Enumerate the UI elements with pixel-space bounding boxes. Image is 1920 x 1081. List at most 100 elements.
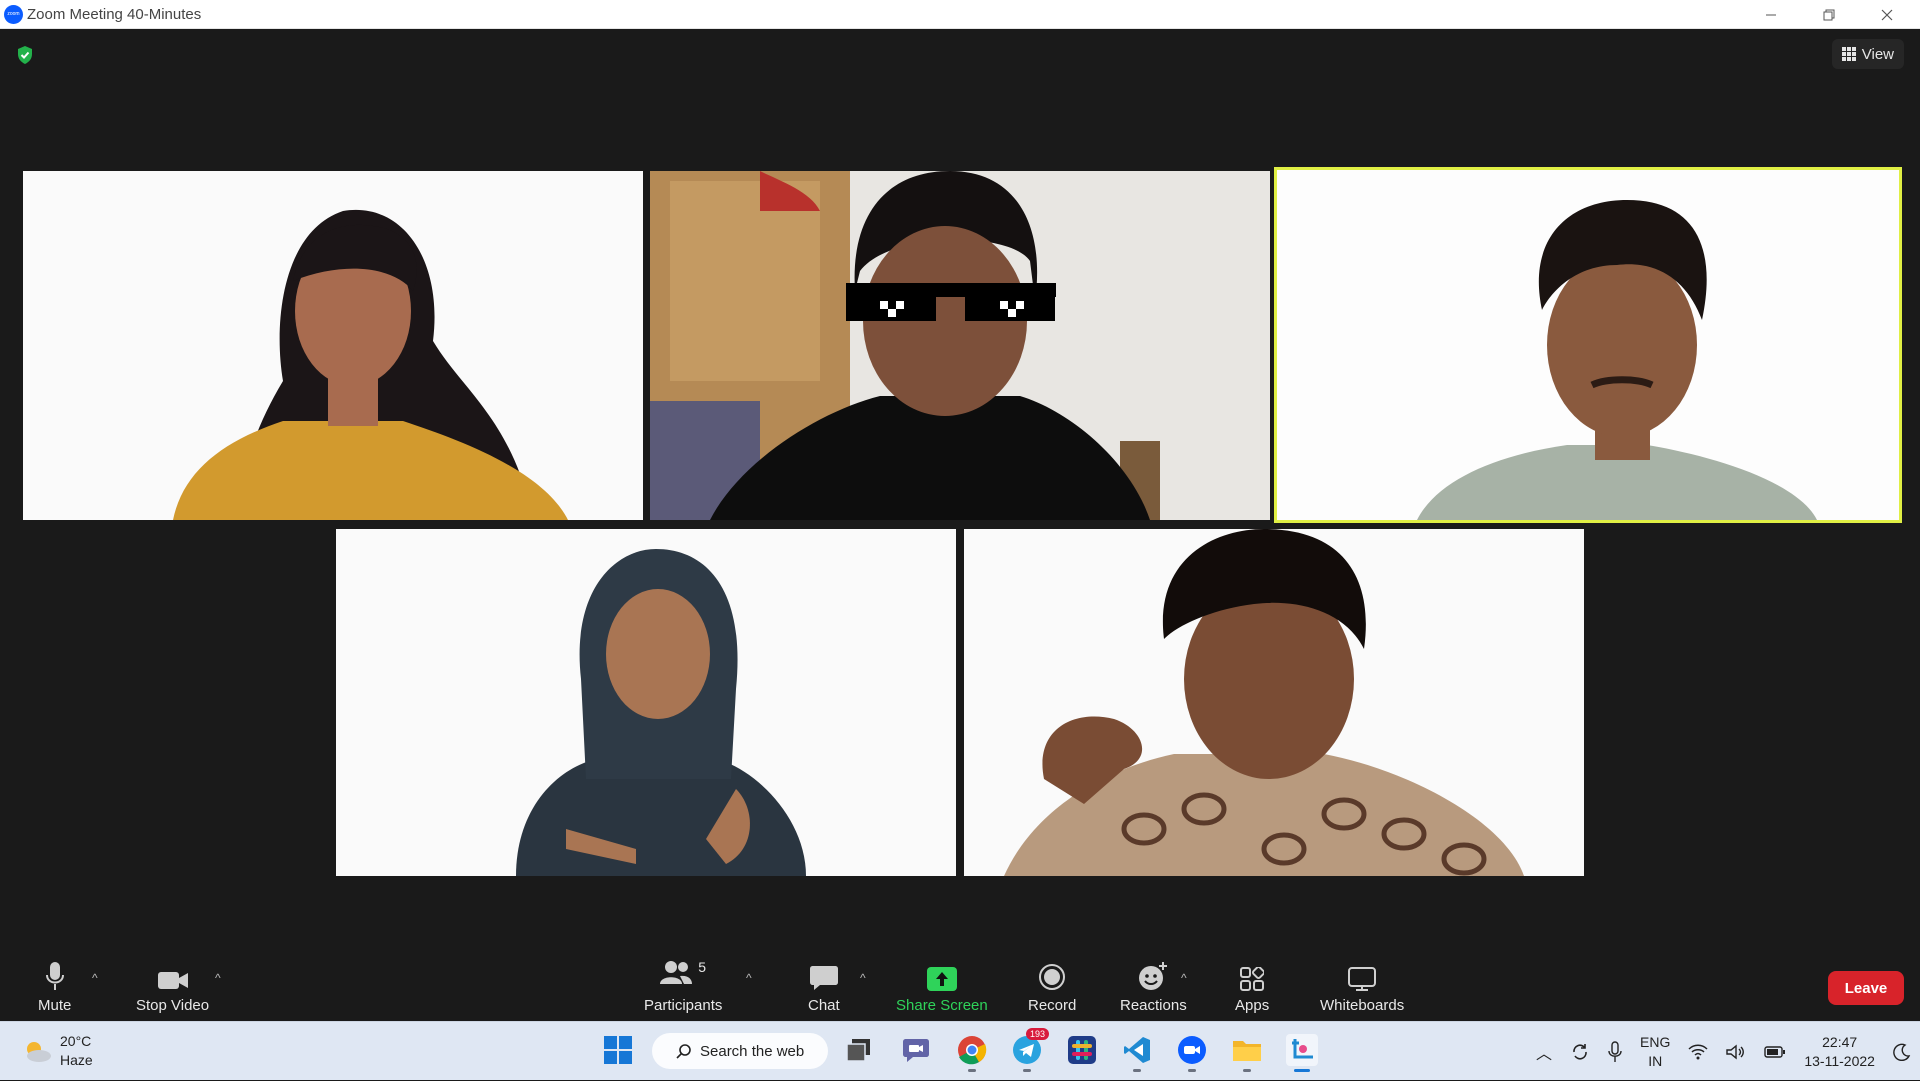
record-button[interactable]: Record	[1028, 959, 1076, 1014]
microphone-tray-icon[interactable]	[1608, 1040, 1622, 1063]
file-explorer-button[interactable]	[1231, 1034, 1263, 1072]
clock-date: 13-11-2022	[1804, 1052, 1875, 1069]
weather-haze-icon	[27, 1042, 51, 1062]
wifi-icon[interactable]	[1688, 1044, 1708, 1060]
video-tile-3-active-speaker[interactable]	[1274, 167, 1902, 523]
telegram-unread-badge: 193	[1025, 1028, 1049, 1040]
focus-moon-icon[interactable]	[1893, 1043, 1911, 1061]
whiteboards-label: Whiteboards	[1320, 997, 1405, 1014]
video-tile-4[interactable]	[336, 529, 956, 876]
participant-video-man-hoodie	[336, 529, 956, 876]
search-label: Search the web	[700, 1042, 805, 1060]
whiteboard-icon	[1348, 967, 1377, 991]
vscode-button[interactable]	[1121, 1034, 1153, 1072]
weather-desc: Haze	[60, 1052, 93, 1068]
teams-chat-button[interactable]	[900, 1034, 932, 1066]
close-icon	[1881, 9, 1893, 20]
search-icon	[676, 1044, 691, 1059]
snipping-tool-icon	[1292, 1039, 1313, 1059]
record-label: Record	[1028, 997, 1077, 1014]
reactions-options-caret-icon[interactable]: ^	[1181, 971, 1187, 985]
video-tile-1[interactable]	[23, 171, 643, 520]
slack-button[interactable]	[1066, 1034, 1098, 1066]
chat-bubble-icon	[809, 966, 838, 990]
video-camera-icon	[157, 972, 188, 989]
lang-code: ENG	[1640, 1033, 1671, 1050]
encryption-shield-icon[interactable]	[15, 45, 35, 65]
share-screen-label: Share Screen	[896, 997, 988, 1014]
video-options-caret-icon[interactable]: ^	[215, 971, 221, 985]
title-bar: zoom Zoom Meeting 40-Minutes	[0, 0, 1920, 29]
system-tray: ︿ ENG IN 22:47 13-11-2022	[1536, 1022, 1911, 1081]
windows-taskbar: 20°C Haze Search the web 193 ︿ ENG IN 22…	[0, 1021, 1920, 1080]
chat-options-caret-icon[interactable]: ^	[860, 971, 866, 985]
participant-video-woman-yellow	[23, 171, 643, 520]
stop-video-label: Stop Video	[136, 997, 210, 1014]
grid-icon	[1841, 47, 1856, 61]
view-label: View	[1861, 45, 1894, 63]
snipping-tool-button[interactable]	[1286, 1034, 1318, 1072]
close-button[interactable]	[1858, 0, 1916, 29]
folder-icon	[1233, 1041, 1261, 1061]
participants-label: Participants	[644, 997, 723, 1014]
apps-button[interactable]: Apps	[1235, 959, 1269, 1014]
video-tile-5[interactable]	[964, 529, 1584, 876]
emoji-reaction-icon	[1139, 962, 1168, 990]
start-button[interactable]	[602, 1034, 634, 1066]
minimize-icon	[1766, 14, 1776, 15]
vscode-icon	[1124, 1037, 1150, 1063]
reactions-button[interactable]: Reactions	[1120, 959, 1187, 1014]
participant-video-man-patterned	[964, 529, 1584, 876]
participants-count: 5	[698, 959, 707, 975]
apps-label: Apps	[1235, 997, 1270, 1014]
share-screen-button[interactable]: Share Screen	[896, 959, 988, 1014]
show-hidden-icons-chevron-icon[interactable]: ︿	[1536, 1040, 1552, 1064]
mute-button[interactable]: Mute	[38, 959, 71, 1014]
restore-icon	[1823, 9, 1835, 20]
chat-label: Chat	[808, 997, 840, 1014]
record-icon	[1039, 964, 1066, 990]
stop-video-button[interactable]: Stop Video	[136, 959, 209, 1014]
view-button[interactable]: View	[1831, 39, 1904, 69]
chrome-icon	[958, 1036, 987, 1065]
audio-options-caret-icon[interactable]: ^	[92, 971, 98, 985]
meeting-stage: View	[0, 29, 1920, 941]
task-view-button[interactable]	[843, 1034, 875, 1066]
participants-options-caret-icon[interactable]: ^	[746, 971, 752, 985]
minimize-button[interactable]	[1742, 0, 1800, 29]
window-title: Zoom Meeting 40-Minutes	[27, 6, 202, 23]
zoom-logo-icon: zoom	[4, 5, 23, 24]
participants-icon	[660, 961, 693, 984]
whiteboards-button[interactable]: Whiteboards	[1320, 959, 1404, 1014]
participant-video-woman-sunglasses	[650, 171, 1270, 520]
clock-time: 22:47	[1822, 1033, 1858, 1050]
teams-chat-icon	[903, 1039, 929, 1062]
reactions-label: Reactions	[1120, 997, 1187, 1014]
restore-button[interactable]	[1800, 0, 1858, 29]
telegram-button[interactable]: 193	[1011, 1028, 1049, 1072]
share-screen-icon	[926, 967, 957, 991]
weather-temp: 20°C	[60, 1033, 92, 1049]
apps-icon	[1240, 967, 1265, 991]
microphone-icon	[45, 962, 64, 990]
speaker-volume-icon[interactable]	[1726, 1044, 1746, 1060]
clock[interactable]: 22:47 13-11-2022	[1804, 1033, 1875, 1071]
chrome-button[interactable]	[956, 1034, 988, 1072]
meeting-toolbar: Mute ^ Stop Video ^ 5 Participants ^ Cha…	[0, 941, 1920, 1021]
chat-button[interactable]: Chat	[808, 959, 840, 1014]
zoom-app-button[interactable]	[1176, 1034, 1208, 1072]
input-language-indicator[interactable]: ENG IN	[1640, 1033, 1670, 1071]
taskbar-search[interactable]: Search the web	[652, 1033, 828, 1069]
lang-region: IN	[1648, 1052, 1663, 1069]
sync-icon[interactable]	[1570, 1042, 1590, 1062]
video-tile-2[interactable]	[650, 171, 1270, 520]
battery-icon[interactable]	[1764, 1045, 1786, 1059]
participant-video-man-active	[1277, 170, 1899, 520]
weather-widget[interactable]: 20°C Haze	[22, 1032, 93, 1070]
slack-icon	[1068, 1036, 1096, 1064]
participants-button[interactable]: 5 Participants	[644, 959, 722, 1014]
windows-start-icon	[604, 1036, 632, 1064]
leave-button[interactable]: Leave	[1828, 971, 1904, 1005]
zoom-app-icon	[1178, 1036, 1206, 1064]
task-view-icon	[846, 1039, 870, 1062]
